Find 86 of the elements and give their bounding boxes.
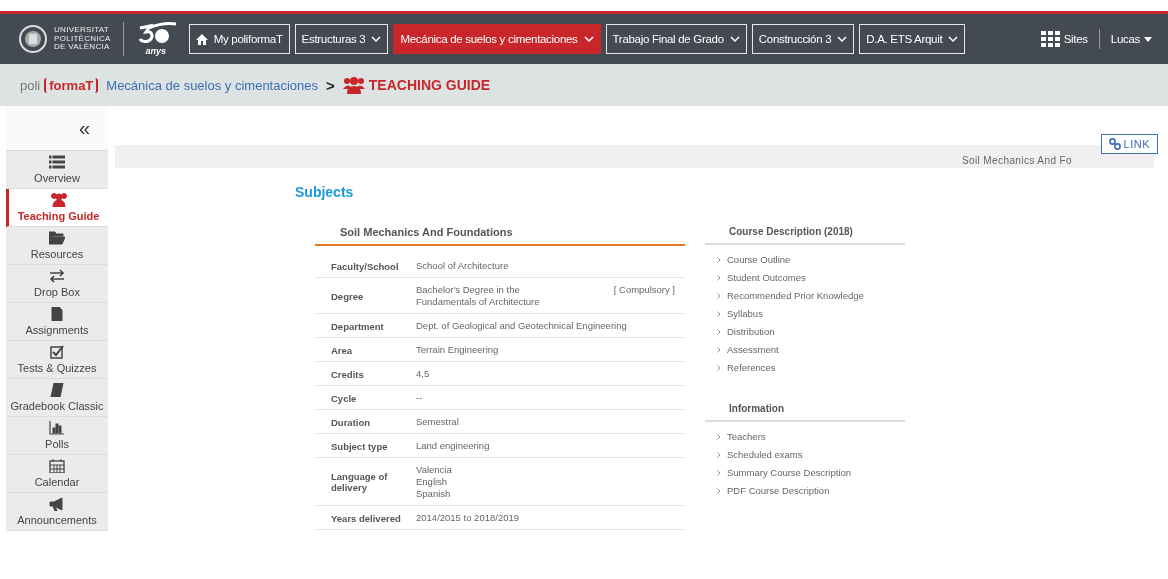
chevron-right-icon: [717, 274, 721, 281]
section-link[interactable]: Summary Course Description: [705, 464, 905, 482]
section-link[interactable]: Student Outcomes: [705, 269, 905, 287]
course-tab[interactable]: Mecánica de suelos y cimentaciones: [393, 24, 601, 54]
bar-chart-icon: [49, 421, 65, 435]
chevron-down-icon: [948, 35, 959, 43]
anniversary-label: anys: [145, 46, 166, 56]
field-label: Cycle: [330, 392, 358, 404]
book-icon: [49, 383, 65, 397]
course-tab[interactable]: Construcción 3: [751, 24, 855, 54]
section-link[interactable]: Course Outline: [705, 251, 905, 269]
field-label: Area: [330, 344, 354, 356]
field-label: Duration: [330, 416, 372, 428]
field-label: Years delivered: [330, 512, 402, 524]
chevron-right-icon: [717, 256, 721, 263]
megaphone-icon: [49, 497, 65, 511]
section-link[interactable]: References: [705, 359, 905, 377]
field-value: Valencia English Spanish: [416, 464, 452, 500]
field-label: Faculty/School: [330, 260, 400, 272]
chevron-right-icon: [717, 433, 721, 440]
section-link[interactable]: Distribution: [705, 323, 905, 341]
chevron-down-icon: [371, 35, 382, 43]
chevron-right-icon: [717, 451, 721, 458]
sites-button[interactable]: Sites: [1034, 31, 1094, 47]
folder-icon: [49, 231, 65, 245]
poliformat-logo: poli formaT: [20, 77, 99, 93]
course-tab[interactable]: D.A. ETS Arquit: [859, 24, 966, 54]
section-heading: Subjects: [295, 184, 355, 200]
chevron-down-icon: [583, 35, 594, 43]
chevron-right-icon: [717, 292, 721, 299]
field-value: Dept. of Geological and Geotechnical Engineering: [416, 320, 627, 332]
field-value: 4,5: [416, 368, 430, 380]
field-value: --: [416, 392, 423, 404]
chevron-right-icon: [717, 310, 721, 317]
field-label: Language of delivery: [330, 471, 389, 493]
subject-title: Soil Mechanics And Foundations: [315, 226, 685, 246]
field-label: Degree: [330, 290, 365, 302]
people-icon: [342, 76, 365, 94]
banner-title: Soil Mechanics And Fo: [961, 155, 1072, 166]
field-value: Bachelor's Degree in the Fundamentals of Architecture: [416, 284, 540, 308]
course-tab[interactable]: Trabajo Final de Grado: [605, 24, 747, 54]
course-tab[interactable]: My poliformaT: [188, 24, 290, 54]
section-link[interactable]: Scheduled exams: [705, 446, 905, 464]
university-name: UNIVERSITAT POLITÈCNICA DE VALÈNCIA: [54, 26, 111, 52]
section-title: Course Description (2018): [705, 226, 905, 245]
degree-type-note: [ Compulsory ]: [613, 284, 675, 297]
field-label: Department: [330, 320, 385, 332]
field-value: Terrain Engineering: [416, 344, 499, 356]
chevron-right-icon: [717, 328, 721, 335]
swap-arrows-icon: [49, 269, 65, 283]
chevron-down-icon: [837, 35, 848, 43]
field-value: Semestral: [416, 416, 459, 428]
section-link[interactable]: Teachers: [705, 428, 905, 446]
breadcrumb-separator: >: [326, 76, 335, 94]
section-link[interactable]: Syllabus: [705, 305, 905, 323]
section-link[interactable]: Assessment: [705, 341, 905, 359]
people-icon: [50, 193, 67, 207]
collapse-sidebar-button[interactable]: «: [6, 106, 108, 151]
field-value: Land engineering: [416, 440, 490, 452]
user-menu-button[interactable]: Lucas: [1104, 33, 1158, 45]
checkbox-icon: [49, 345, 65, 359]
section-title: Information: [705, 403, 905, 422]
sidebar-item[interactable]: Teaching Guide: [6, 189, 108, 227]
section-link[interactable]: Recommended Prior Knowledge: [705, 287, 905, 305]
grid-icon: [1040, 31, 1060, 47]
chevron-right-icon: [717, 346, 721, 353]
chevron-right-icon: [717, 364, 721, 371]
field-label: Credits: [330, 368, 365, 380]
field-value: School of Architecture: [416, 260, 509, 272]
course-link[interactable]: Mecánica de suelos y cimentaciones: [106, 77, 319, 93]
course-tab[interactable]: Estructuras 3: [294, 24, 389, 54]
document-icon: [49, 307, 65, 321]
caret-icon: [1144, 36, 1152, 42]
chevron-right-icon: [717, 469, 721, 476]
chain-link-icon: [1108, 138, 1121, 150]
chevron-down-icon: [729, 35, 740, 43]
list-icon: [49, 155, 65, 169]
university-seal-icon: [18, 24, 48, 54]
field-value: 2014/2015 to 2018/2019: [416, 512, 519, 524]
page-title: TEACHING GUIDE: [368, 77, 491, 93]
link-button[interactable]: LINK: [1100, 134, 1158, 154]
section-link[interactable]: PDF Course Description: [705, 482, 905, 500]
field-label: Subject type: [330, 440, 389, 452]
calendar-icon: [49, 459, 65, 473]
home-icon: [195, 33, 208, 45]
chevron-right-icon: [717, 487, 721, 494]
